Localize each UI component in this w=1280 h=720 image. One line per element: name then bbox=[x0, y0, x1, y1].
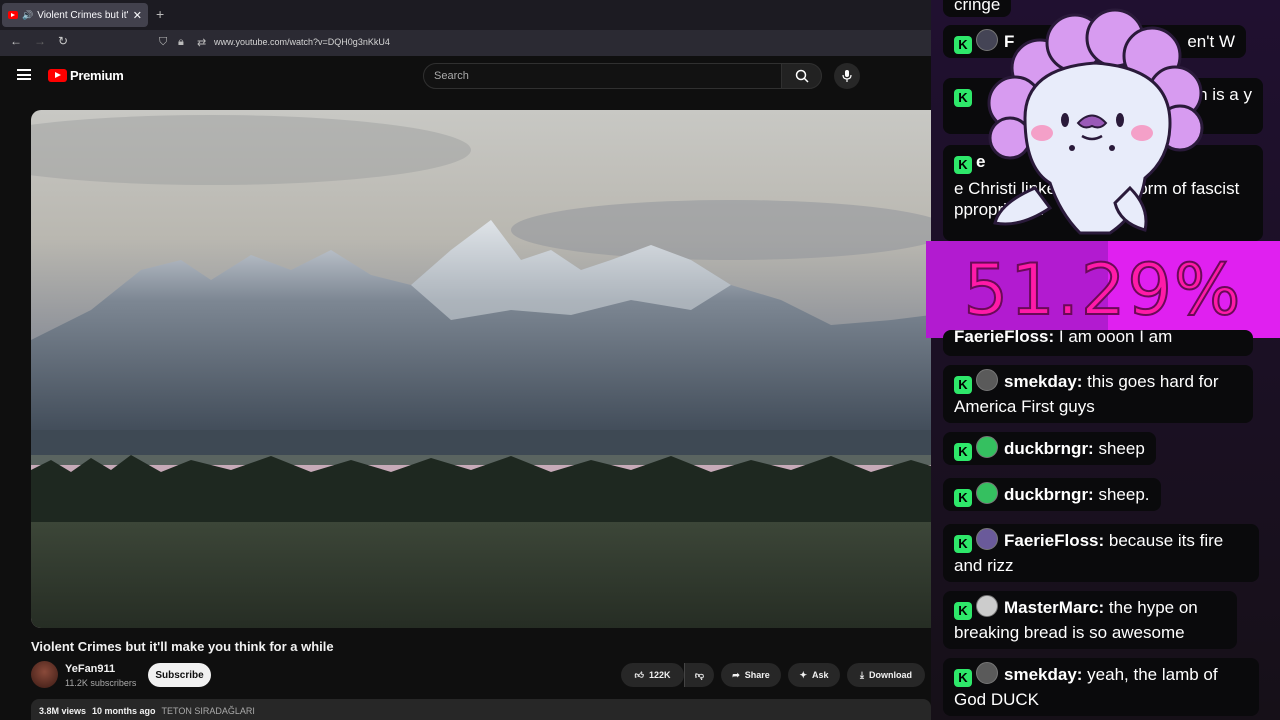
kick-badge-icon: K bbox=[954, 443, 972, 461]
chat-message: Kduckbrngr: sheep bbox=[943, 432, 1156, 465]
download-label: Download bbox=[868, 670, 912, 680]
thumbs-down-icon: 👎︎ bbox=[694, 669, 705, 680]
chat-username: smekday: bbox=[1004, 665, 1083, 684]
thumbs-up-icon: 👍︎ bbox=[634, 669, 644, 680]
description-box[interactable]: 3.8M views 10 months ago TETON SIRADAĞLA… bbox=[31, 699, 931, 720]
channel-name[interactable]: YeFan911 bbox=[65, 663, 115, 675]
kick-badge-icon: K bbox=[954, 669, 972, 687]
poll-percentage-overlay: 51.29% bbox=[926, 241, 1280, 338]
youtube-header: Premium Search bbox=[0, 56, 930, 96]
youtube-logo[interactable]: Premium bbox=[48, 68, 124, 83]
poll-percent: 51.29% bbox=[963, 248, 1243, 332]
menu-icon[interactable] bbox=[17, 69, 31, 80]
user-avatar bbox=[976, 528, 998, 550]
close-tab-icon[interactable]: ✕ bbox=[133, 9, 142, 22]
like-count: 122K bbox=[648, 670, 671, 680]
share-label: Share bbox=[744, 670, 770, 680]
address-bar[interactable]: www.youtube.com/watch?v=DQH0g3nKkU4 bbox=[214, 37, 390, 47]
chat-username: duckbrngr: bbox=[1004, 439, 1094, 458]
ask-label: Ask bbox=[812, 670, 829, 680]
upload-age: 10 months ago bbox=[92, 706, 156, 716]
chat-message: Kduckbrngr: sheep. bbox=[943, 478, 1161, 511]
reload-icon[interactable]: ↻ bbox=[58, 34, 68, 48]
sparkle-icon: ✦ bbox=[799, 669, 808, 680]
video-player[interactable] bbox=[31, 110, 931, 628]
chat-message: K FaerieFloss: because its fire and rizz bbox=[943, 524, 1259, 582]
subscribe-button[interactable]: Subscribe bbox=[148, 663, 211, 687]
brand-label: Premium bbox=[70, 68, 124, 83]
chat-message: FaerieFloss: I am ooon I am bbox=[943, 327, 1253, 356]
lock-icon[interactable]: 🔒︎ bbox=[178, 36, 184, 49]
kick-badge-icon: K bbox=[954, 489, 972, 507]
kick-badge-icon: K bbox=[954, 89, 972, 107]
search-input[interactable]: Search bbox=[423, 63, 782, 89]
like-button[interactable]: 👍︎ 122K bbox=[621, 663, 684, 687]
dislike-button[interactable]: 👎︎ bbox=[684, 663, 714, 687]
permissions-icon[interactable]: ⇄ bbox=[197, 36, 206, 49]
chat-username: smekday: bbox=[1004, 372, 1083, 391]
speaker-icon: 🔊 bbox=[22, 9, 34, 20]
youtube-play-icon bbox=[48, 69, 67, 82]
search-button[interactable] bbox=[781, 63, 822, 89]
kick-badge-icon: K bbox=[954, 535, 972, 553]
microphone-icon bbox=[842, 70, 852, 82]
voice-search-button[interactable] bbox=[834, 63, 860, 89]
youtube-favicon-icon bbox=[8, 11, 18, 19]
chat-username: FaerieFloss: bbox=[954, 327, 1055, 346]
kick-badge-icon: K bbox=[954, 376, 972, 394]
chat-message: Ksmekday: this goes hard for America Fir… bbox=[943, 365, 1253, 423]
user-avatar bbox=[976, 436, 998, 458]
chat-username: duckbrngr: bbox=[1004, 485, 1094, 504]
chat-text: sheep bbox=[1098, 439, 1145, 458]
new-tab-icon[interactable]: + bbox=[156, 6, 164, 22]
kick-badge-icon: K bbox=[954, 156, 972, 174]
chat-message: K MasterMarc: the hype on breaking bread … bbox=[943, 591, 1237, 649]
mountain-landscape-frame bbox=[31, 110, 931, 628]
download-icon: ⤓ bbox=[860, 669, 864, 680]
view-count: 3.8M views bbox=[39, 706, 87, 716]
chat-message: Ksmekday: yeah, the lamb of God DUCK bbox=[943, 658, 1259, 716]
browser-tab[interactable]: 🔊 Violent Crimes but it'll make ✕ bbox=[2, 3, 148, 27]
user-avatar bbox=[976, 369, 998, 391]
share-icon: ➦ bbox=[732, 669, 740, 680]
kick-badge-icon: K bbox=[954, 36, 972, 54]
kick-badge-icon: K bbox=[954, 602, 972, 620]
mascot-illustration bbox=[987, 8, 1204, 235]
shield-icon[interactable]: ⛉ bbox=[159, 36, 167, 49]
download-button[interactable]: ⤓ Download bbox=[847, 663, 925, 687]
search-icon bbox=[795, 69, 809, 83]
forward-icon[interactable]: → bbox=[34, 34, 46, 48]
video-title: Violent Crimes but it'll make you think … bbox=[31, 639, 334, 654]
user-avatar bbox=[976, 482, 998, 504]
share-button[interactable]: ➦ Share bbox=[721, 663, 781, 687]
location-tag[interactable]: TETON SIRADAĞLARI bbox=[162, 706, 255, 720]
back-icon[interactable]: ← bbox=[10, 34, 22, 48]
chat-text: sheep. bbox=[1098, 485, 1150, 504]
screen: 🔊 Violent Crimes but it'll make ✕ + ← → … bbox=[0, 0, 1280, 720]
user-avatar bbox=[976, 595, 998, 617]
ask-button[interactable]: ✦ Ask bbox=[788, 663, 840, 687]
subscriber-count: 11.2K subscribers bbox=[65, 678, 137, 688]
chat-username: MasterMarc: bbox=[1004, 598, 1105, 617]
user-avatar bbox=[976, 662, 998, 684]
chat-username: FaerieFloss: bbox=[1004, 531, 1105, 550]
tab-title: Violent Crimes but it'll make bbox=[37, 9, 129, 21]
chat-text: I am ooon I am bbox=[1058, 327, 1173, 346]
channel-avatar[interactable] bbox=[31, 661, 58, 688]
